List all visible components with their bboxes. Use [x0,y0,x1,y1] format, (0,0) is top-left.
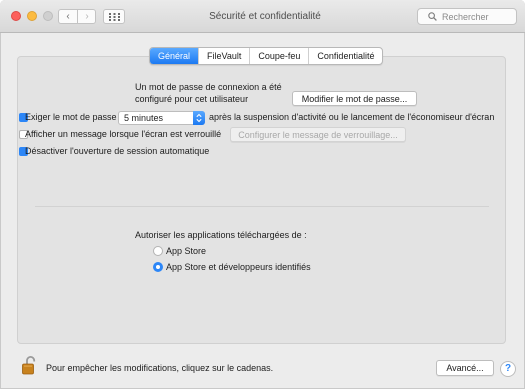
forward-button[interactable]: › [78,10,96,23]
change-password-button[interactable]: Modifier le mot de passe... [292,91,417,106]
require-password-delay-value: 5 minutes [124,113,164,123]
title-bar: ‹ › Sécurité et confidentialité [0,0,525,33]
close-window-button[interactable] [11,11,21,21]
password-status-line1: Un mot de passe de connexion a été [135,82,282,92]
tab-filevault[interactable]: FileVault [198,48,249,64]
search-field[interactable] [417,8,517,25]
search-input[interactable] [442,10,512,23]
tab-bar: Général FileVault Coupe-feu Confidential… [149,47,384,65]
window-title: Sécurité et confidentialité [209,11,321,22]
zoom-window-button[interactable] [43,11,53,21]
lock-instruction-text: Pour empêcher les modifications, cliquez… [46,363,274,373]
require-password-suffix: après la suspension d'activité ou le lan… [209,112,495,122]
advanced-button[interactable]: Avancé... [436,360,494,376]
radio-app-store-identified-developers-label: App Store et développeurs identifiés [166,262,311,272]
padlock-icon [22,356,36,375]
require-password-delay-popup[interactable]: 5 minutes [118,111,205,125]
tab-general[interactable]: Général [150,48,199,64]
back-button[interactable]: ‹ [59,10,78,23]
tab-firewall[interactable]: Coupe-feu [249,48,308,64]
navigation-buttons: ‹ › [58,9,96,24]
radio-app-store-identified-developers[interactable] [153,262,163,272]
show-lock-message-label: Afficher un message lorsque l'écran est … [25,129,222,139]
disable-auto-login-label: Désactiver l'ouverture de session automa… [25,146,210,156]
require-password-label: Exiger le mot de passe [25,112,117,122]
tab-content-panel [17,56,506,344]
minimize-window-button[interactable] [27,11,37,21]
preferences-window: ‹ › Sécurité et confidentialité Général [0,0,525,389]
section-divider [35,206,489,207]
search-icon [428,12,437,21]
popup-arrows-icon [193,111,205,125]
help-button[interactable]: ? [500,361,516,377]
radio-app-store-label: App Store [166,246,207,256]
lock-button[interactable] [21,354,39,376]
show-all-button[interactable] [103,9,125,24]
password-status-line2: configuré pour cet utilisateur [135,94,249,104]
grid-icon [109,13,120,21]
set-lock-message-button[interactable]: Configurer le message de verrouillage... [230,127,406,142]
radio-app-store[interactable] [153,246,163,256]
downloads-heading: Autoriser les applications téléchargées … [135,230,307,240]
tab-privacy[interactable]: Confidentialité [308,48,382,64]
